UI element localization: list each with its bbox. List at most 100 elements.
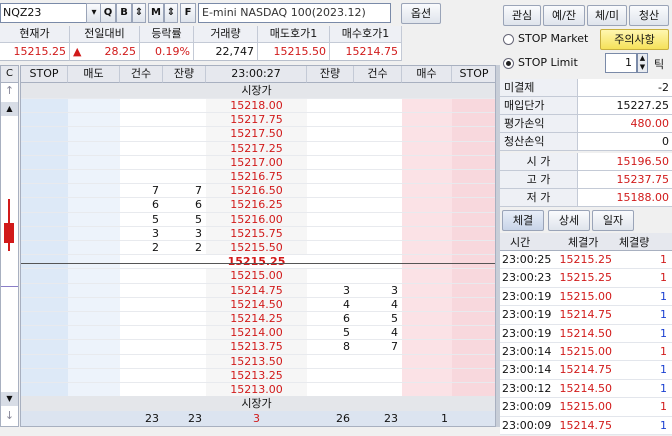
total-bid-count: 23 [384, 412, 398, 425]
tick-header: 시간 [510, 236, 531, 249]
tick-qty: 1 [660, 253, 667, 266]
tick-time: 23:00:25 [502, 253, 552, 266]
ob-row[interactable]: 15213.75 8 7 [21, 340, 495, 355]
scroll-up-icon[interactable]: ↑ [1, 84, 18, 100]
market-label: 시장가 [241, 84, 272, 97]
bid-count [354, 198, 402, 211]
price-cell: 15216.75 [230, 170, 283, 183]
ob-row[interactable]: 15216.75 [21, 170, 495, 185]
tab-detail[interactable]: 상세 [548, 210, 590, 231]
down-triangle-icon[interactable]: ▼ [1, 392, 18, 406]
bid-count [354, 269, 402, 282]
caution-button[interactable]: 주의사항 [600, 29, 669, 50]
tick-price: 15214.50 [559, 381, 613, 395]
ob-row[interactable]: 15217.25 [21, 142, 495, 156]
scroll-down-icon[interactable]: ↓ [1, 409, 18, 425]
updown2-icon[interactable]: ⇕ [164, 3, 178, 23]
bid-count [354, 383, 402, 396]
tick-input[interactable]: 1 [605, 53, 637, 73]
ob-row[interactable]: 15217.75 [21, 113, 495, 128]
ob-row[interactable]: 15214.50 4 4 [21, 298, 495, 312]
tab-watch[interactable]: 관심 [503, 5, 541, 26]
stop-limit-label: STOP Limit [518, 56, 578, 69]
ask-count: 7 [152, 184, 159, 198]
bid-qty [307, 127, 354, 140]
pos-value: -2 [577, 79, 672, 97]
tick-spinner-icon[interactable]: ▲ ▼ [637, 53, 648, 73]
updown-icon[interactable]: ⇕ [132, 3, 146, 23]
ask-count [120, 255, 163, 268]
ask-count: 5 [152, 212, 159, 226]
marker-line [1, 286, 18, 287]
bid-count [354, 241, 402, 254]
ob-row[interactable]: 15215.00 [21, 269, 495, 284]
ob-row[interactable]: 7 7 15216.50 [21, 184, 495, 199]
stop-limit-radio[interactable] [503, 58, 514, 69]
bid-qty [307, 156, 354, 169]
mini-chart: C ↑ ▲ ▼ ↓ [0, 65, 19, 427]
c-icon[interactable]: C [1, 66, 18, 83]
ob-row[interactable]: 3 3 15215.75 [21, 227, 495, 241]
m-icon[interactable]: M [148, 3, 164, 23]
ohl-label: 저 가 [500, 189, 577, 207]
tick-price: 15214.75 [559, 418, 613, 432]
b-icon[interactable]: B [116, 3, 132, 23]
price-cell: 15215.50 [230, 241, 283, 254]
tick-row: 23:00:14 15214.75 1 [500, 361, 672, 380]
ask-qty: 7 [195, 184, 202, 198]
bid-qty: 8 [343, 340, 350, 354]
stop-market-radio[interactable] [503, 34, 514, 45]
pos-value: 0 [577, 133, 672, 151]
tab-liquidate[interactable]: 청산 [629, 5, 669, 26]
pos-value: 15227.25 [577, 97, 672, 115]
ohl-value: 15237.75 [577, 171, 672, 189]
bid-qty [307, 227, 354, 240]
price-cell: 15216.50 [230, 184, 283, 198]
tab-fills[interactable]: 체/미 [587, 5, 627, 26]
ob-row[interactable]: 2 2 15215.50 [21, 241, 495, 256]
ob-row[interactable]: 15214.25 6 5 [21, 312, 495, 327]
current-price: 15215.25 [0, 43, 70, 61]
price-cell: 15216.25 [230, 198, 283, 212]
tick-row: 23:00:23 15215.25 1 [500, 269, 672, 288]
symbol-input[interactable]: NQZ23 [0, 3, 87, 23]
bid-count [354, 213, 402, 226]
price-cell: 15215.00 [230, 269, 283, 283]
bid-qty: 3 [343, 283, 350, 297]
up-triangle-icon[interactable]: ▲ [1, 102, 18, 116]
quote-header: 매수호가1 [330, 26, 402, 43]
options-button[interactable]: 옵션 [401, 3, 441, 24]
tab-daily[interactable]: 일자 [592, 210, 634, 231]
ob-row[interactable]: 6 6 15216.25 [21, 198, 495, 213]
quote-header: 현재가 [0, 26, 70, 43]
ask1: 15215.50 [258, 43, 330, 61]
tab-trades[interactable]: 체결 [502, 210, 544, 231]
tick-price: 15215.25 [559, 253, 613, 266]
ob-header: 잔량 [163, 66, 206, 83]
change-rate: 0.19% [140, 43, 194, 61]
tick-row: 23:00:12 15214.50 1 [500, 379, 672, 399]
ob-row[interactable]: 15218.00 [21, 99, 495, 114]
tick-time: 23:00:12 [502, 381, 552, 395]
tick-time: 23:00:19 [502, 289, 552, 303]
bid-count: 7 [391, 340, 398, 354]
ob-row[interactable]: 15214.75 3 3 [21, 283, 495, 298]
ob-row[interactable]: 15217.00 [21, 156, 495, 170]
tab-deposit[interactable]: 예/잔 [543, 5, 585, 26]
f-icon[interactable]: F [180, 3, 196, 23]
quote-header: 거래량 [194, 26, 258, 43]
ask-qty [163, 298, 206, 311]
bid-count [354, 113, 402, 126]
ob-row[interactable]: 15217.50 [21, 127, 495, 142]
ask-count [120, 355, 163, 368]
ob-row[interactable]: 5 5 15216.00 [21, 212, 495, 227]
search-icon[interactable]: Q [100, 3, 116, 23]
tick-qty: 1 [660, 381, 667, 395]
ob-row[interactable]: 15213.25 [21, 369, 495, 383]
bid-qty [307, 213, 354, 226]
quote-header: 등락률 [140, 26, 194, 43]
ob-row[interactable]: 15214.00 5 4 [21, 326, 495, 341]
price-cell: 15213.00 [230, 383, 283, 396]
bid-qty [307, 99, 354, 112]
ob-row[interactable]: 15213.50 [21, 355, 495, 369]
